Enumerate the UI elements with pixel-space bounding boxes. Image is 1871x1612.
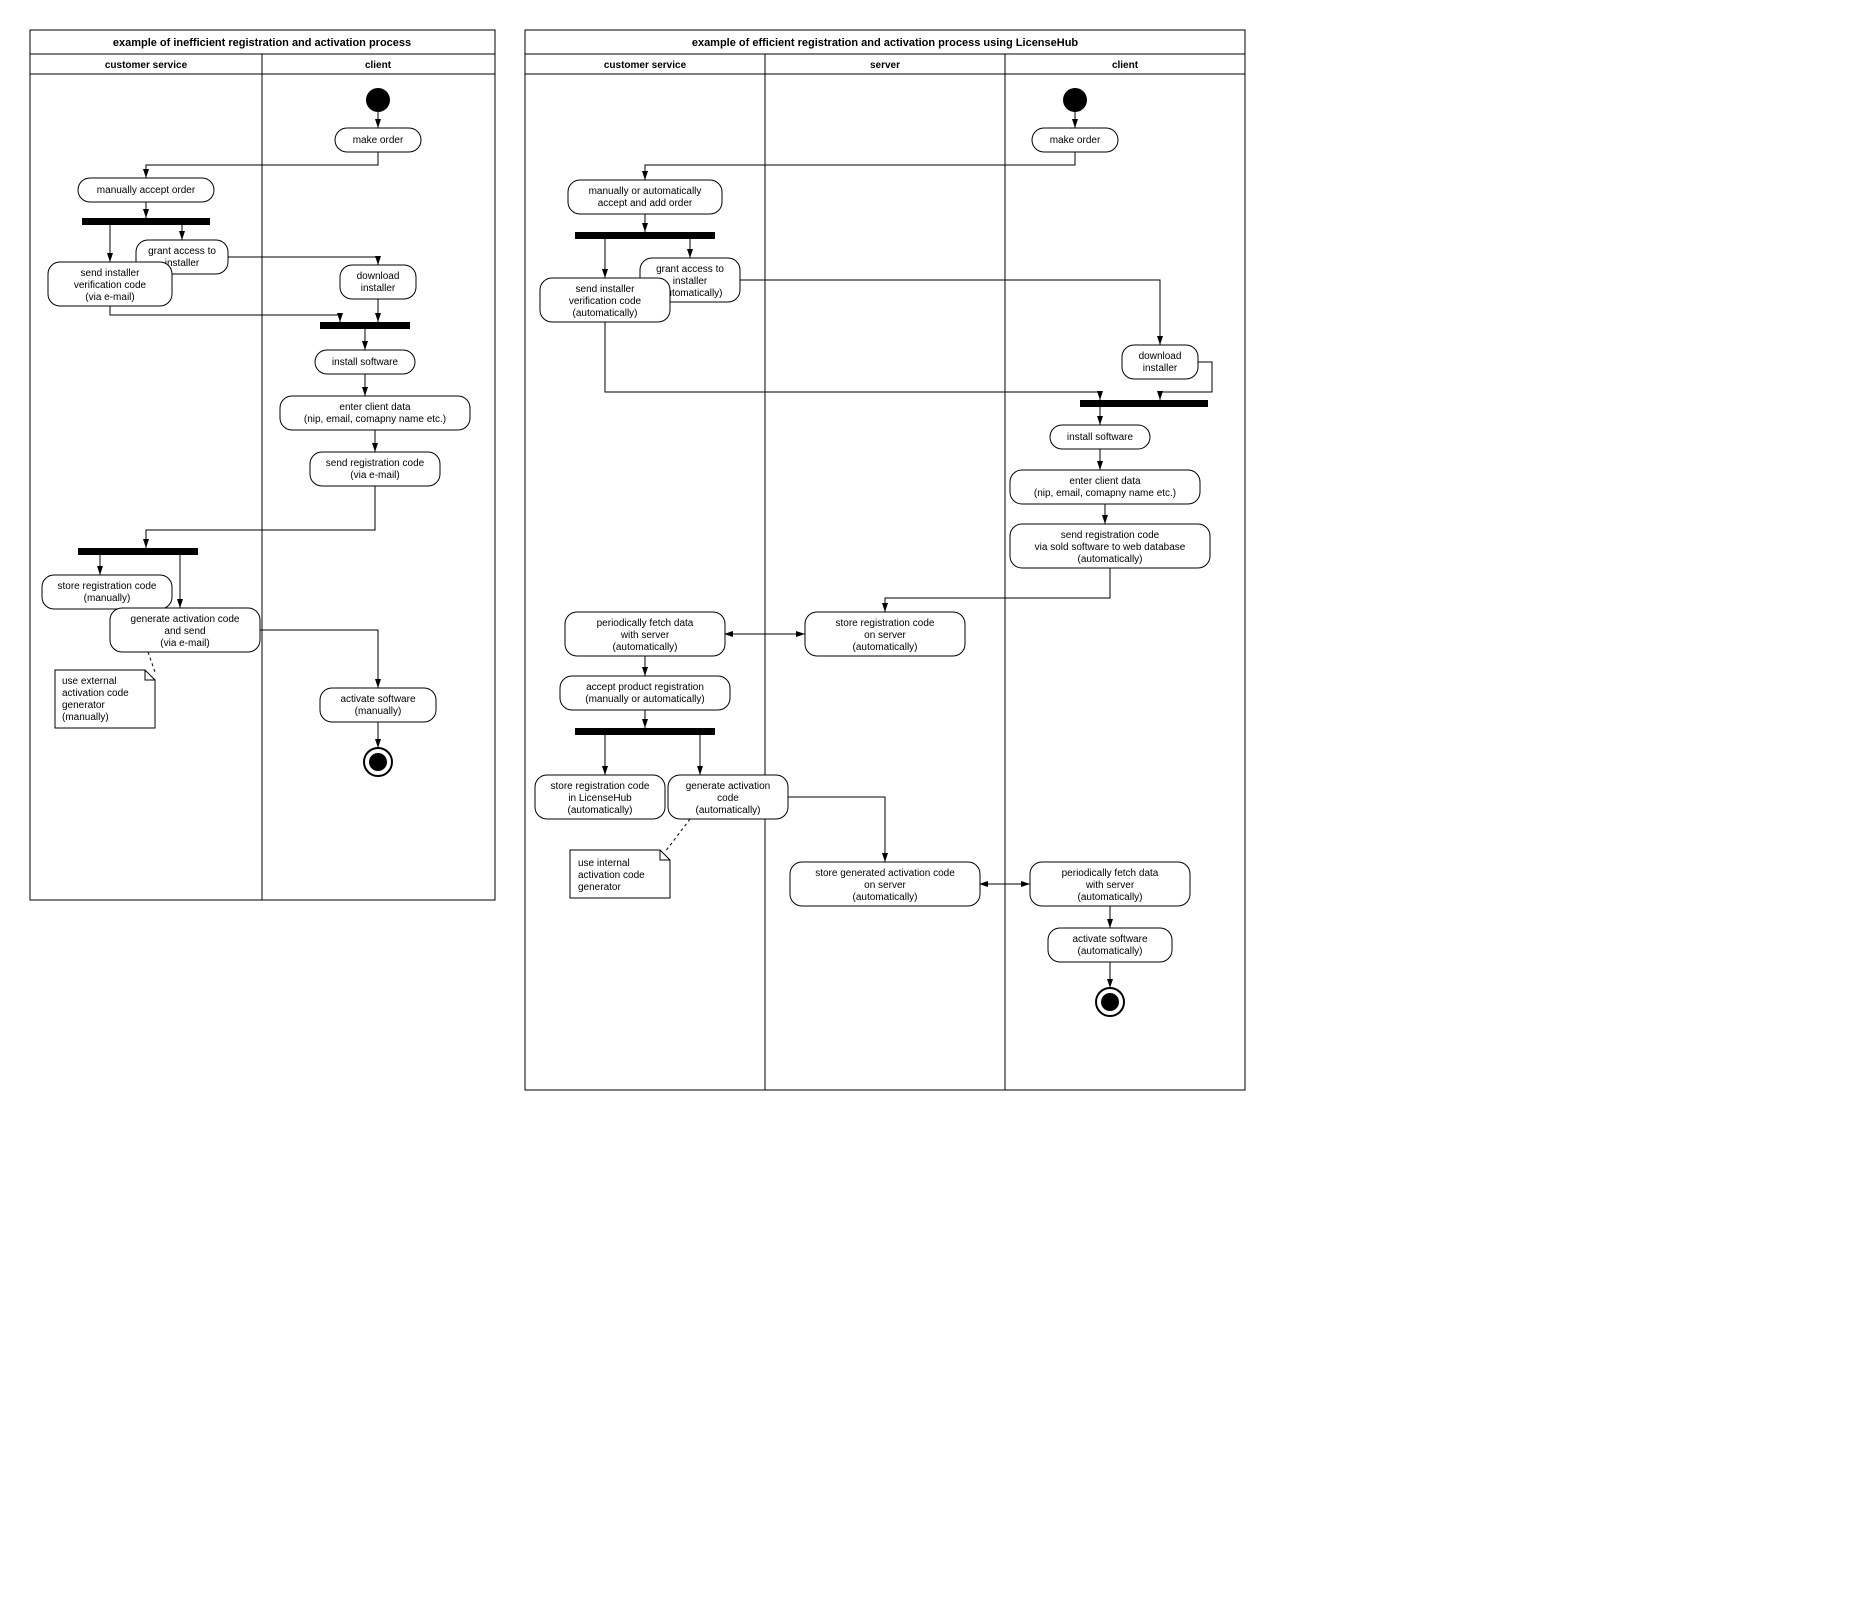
svg-text:periodically fetch data: periodically fetch data: [1062, 868, 1159, 879]
fork-bar-2: [78, 548, 198, 555]
svg-text:manually accept order: manually accept order: [97, 185, 196, 196]
svg-text:activate software: activate software: [340, 694, 415, 705]
svg-text:make order: make order: [353, 135, 404, 146]
svg-text:enter client data: enter client data: [1069, 476, 1141, 487]
svg-text:store generated activation cod: store generated activation code: [815, 868, 955, 879]
svg-text:verification code: verification code: [74, 280, 147, 291]
svg-text:download: download: [1139, 351, 1182, 362]
svg-text:via sold software to web datab: via sold software to web database: [1035, 542, 1186, 553]
svg-text:send registration code: send registration code: [1061, 530, 1160, 541]
left-lane-0: customer service: [105, 60, 188, 71]
svg-text:download: download: [357, 271, 400, 282]
svg-text:grant access to: grant access to: [656, 264, 724, 275]
svg-text:generate activation: generate activation: [686, 781, 771, 792]
svg-text:make order: make order: [1050, 135, 1101, 146]
svg-text:on server: on server: [864, 880, 906, 891]
svg-text:(nip, email, comapny name etc.: (nip, email, comapny name etc.): [1034, 488, 1176, 499]
svg-text:generate activation code: generate activation code: [131, 614, 240, 625]
svg-text:with server: with server: [620, 630, 670, 641]
join-bar-r: [1080, 400, 1208, 407]
svg-text:send registration code: send registration code: [326, 458, 425, 469]
svg-text:(automatically): (automatically): [1077, 892, 1142, 903]
right-diagram: example of efficient registration and ac…: [525, 30, 1245, 1090]
svg-text:(automatically): (automatically): [852, 892, 917, 903]
svg-text:(via e-mail): (via e-mail): [85, 292, 134, 303]
svg-text:install software: install software: [1067, 432, 1134, 443]
svg-text:activate software: activate software: [1072, 934, 1147, 945]
svg-text:with server: with server: [1085, 880, 1135, 891]
svg-text:periodically fetch data: periodically fetch data: [597, 618, 694, 629]
svg-text:use internal: use internal: [578, 858, 630, 869]
svg-text:send installer: send installer: [81, 268, 141, 279]
right-lane-1: server: [870, 60, 900, 71]
svg-text:accept and add order: accept and add order: [598, 198, 693, 209]
fork-bar-r2: [575, 728, 715, 735]
svg-text:(automatically): (automatically): [852, 642, 917, 653]
svg-text:send installer: send installer: [576, 284, 636, 295]
svg-text:store registration code: store registration code: [58, 581, 157, 592]
right-title: example of efficient registration and ac…: [692, 37, 1079, 49]
svg-text:(automatically): (automatically): [567, 805, 632, 816]
svg-text:installer: installer: [1143, 363, 1178, 374]
left-title: example of inefficient registration and …: [113, 37, 411, 49]
svg-text:on server: on server: [864, 630, 906, 641]
fork-bar: [82, 218, 210, 225]
svg-text:install software: install software: [332, 357, 399, 368]
right-lane-0: customer service: [604, 60, 687, 71]
join-bar: [320, 322, 410, 329]
svg-text:installer: installer: [361, 283, 396, 294]
initial-node-r: [1063, 88, 1087, 112]
svg-text:enter client data: enter client data: [339, 402, 411, 413]
svg-text:(manually or automatically): (manually or automatically): [585, 694, 705, 705]
svg-text:use external: use external: [62, 676, 116, 687]
right-lane-2: client: [1112, 60, 1139, 71]
svg-text:activation code: activation code: [62, 688, 129, 699]
svg-text:in LicenseHub: in LicenseHub: [568, 793, 632, 804]
svg-text:and send: and send: [164, 626, 205, 637]
svg-text:store registration code: store registration code: [551, 781, 650, 792]
left-diagram: example of inefficient registration and …: [30, 30, 495, 900]
svg-text:verification code: verification code: [569, 296, 642, 307]
svg-text:accept product registration: accept product registration: [586, 682, 704, 693]
svg-text:(automatically): (automatically): [572, 308, 637, 319]
svg-text:(manually): (manually): [355, 706, 402, 717]
svg-text:(nip, email, comapny name etc.: (nip, email, comapny name etc.): [304, 414, 446, 425]
svg-text:installer: installer: [673, 276, 708, 287]
svg-text:(via e-mail): (via e-mail): [350, 470, 399, 481]
svg-text:(automatically): (automatically): [695, 805, 760, 816]
svg-text:generator: generator: [62, 700, 105, 711]
left-lane-1: client: [365, 60, 392, 71]
fork-bar-r: [575, 232, 715, 239]
svg-text:(manually): (manually): [62, 712, 109, 723]
svg-text:(automatically): (automatically): [1077, 946, 1142, 957]
svg-text:(automatically): (automatically): [1077, 554, 1142, 565]
svg-text:grant access to: grant access to: [148, 246, 216, 257]
initial-node: [366, 88, 390, 112]
svg-text:manually or automatically: manually or automatically: [589, 186, 702, 197]
svg-text:activation code: activation code: [578, 870, 645, 881]
svg-text:(manually): (manually): [84, 593, 131, 604]
svg-text:code: code: [717, 793, 739, 804]
svg-text:store registration code: store registration code: [836, 618, 935, 629]
svg-text:(automatically): (automatically): [612, 642, 677, 653]
svg-text:(via e-mail): (via e-mail): [160, 638, 209, 649]
svg-text:generator: generator: [578, 882, 621, 893]
